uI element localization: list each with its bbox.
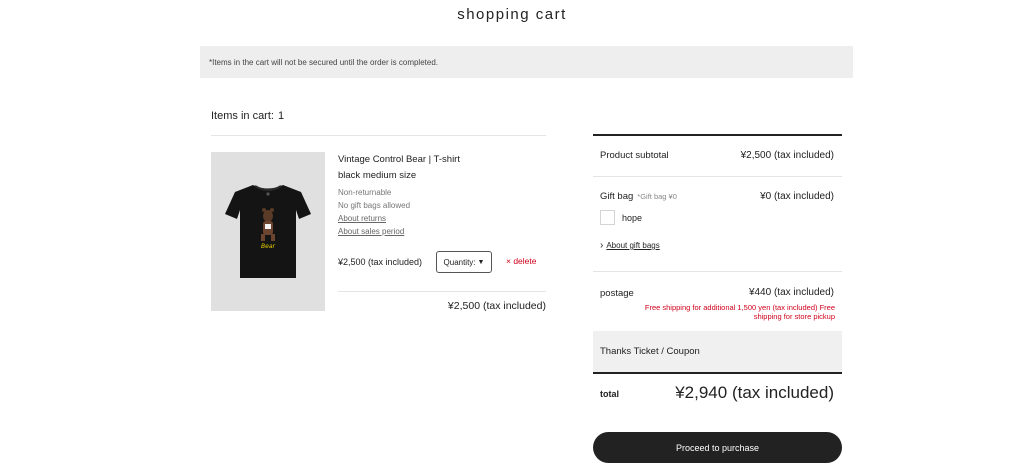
items-count-number: 1 [277, 110, 285, 122]
coupon-label: Thanks Ticket / Coupon [600, 346, 700, 357]
about-sales-period-link[interactable]: About sales period [338, 227, 404, 236]
giftbag-option-label[interactable]: hope [622, 213, 642, 223]
giftbag-checkbox[interactable] [600, 210, 615, 225]
giftbag-label: Gift bag [600, 191, 634, 202]
proceed-label: Proceed to purchase [675, 442, 760, 453]
chevron-right-icon: › [600, 240, 604, 251]
divider [338, 291, 546, 292]
gift-bag-note: No gift bags allowed [338, 201, 411, 210]
product-price: ¥2,500 (tax included) [338, 257, 423, 267]
items-count-label: Items in cart: [211, 110, 274, 122]
tshirt-image: Bear [225, 185, 311, 278]
tshirt-print-text: Bear [261, 243, 275, 250]
delete-button[interactable]: × delete [506, 256, 537, 266]
giftbag-label-row: Gift bag *Gift bag ¥0 [600, 191, 677, 202]
postage-value: ¥440 (tax included) [748, 287, 834, 298]
total-value: ¥2,940 (tax included) [675, 383, 834, 402]
free-shipping-note: Free shipping for additional 1,500 yen (… [644, 303, 835, 321]
items-count: Items in cart: 1 [211, 110, 284, 122]
coupon-row[interactable]: Thanks Ticket / Coupon [593, 331, 842, 372]
total-rule [593, 372, 842, 374]
product-variant: black medium size [338, 170, 417, 181]
total-label: total [600, 389, 619, 399]
item-line-total: ¥2,500 (tax included) [447, 300, 546, 312]
about-gift-bags-link[interactable]: › About gift bags [600, 240, 660, 251]
non-returnable-note: Non-returnable [338, 188, 392, 197]
about-gift-bags-text: About gift bags [606, 241, 660, 250]
divider [211, 135, 546, 136]
giftbag-price-note: *Gift bag ¥0 [637, 192, 677, 201]
cart-notice: *Items in the cart will not be secured u… [200, 46, 853, 78]
product-image[interactable]: Bear [211, 152, 325, 311]
subtotal-value: ¥2,500 (tax included) [740, 150, 834, 161]
divider [593, 271, 842, 272]
divider [593, 176, 842, 177]
quantity-label: Quantity: [443, 257, 476, 267]
product-name[interactable]: Vintage Control Bear | T-shirt [338, 154, 460, 165]
giftbag-value: ¥0 (tax included) [760, 191, 834, 202]
quantity-select[interactable]: Quantity: ▼ [436, 251, 492, 273]
notice-text: *Items in the cart will not be secured u… [209, 57, 438, 67]
proceed-to-purchase-button[interactable]: Proceed to purchase [593, 432, 842, 463]
summary-top-rule [593, 134, 842, 136]
page-title: shopping cart [457, 6, 567, 23]
about-returns-link[interactable]: About returns [338, 214, 386, 223]
subtotal-label: Product subtotal [600, 150, 669, 161]
postage-label: postage [600, 288, 634, 299]
caret-down-icon: ▼ [477, 258, 485, 266]
